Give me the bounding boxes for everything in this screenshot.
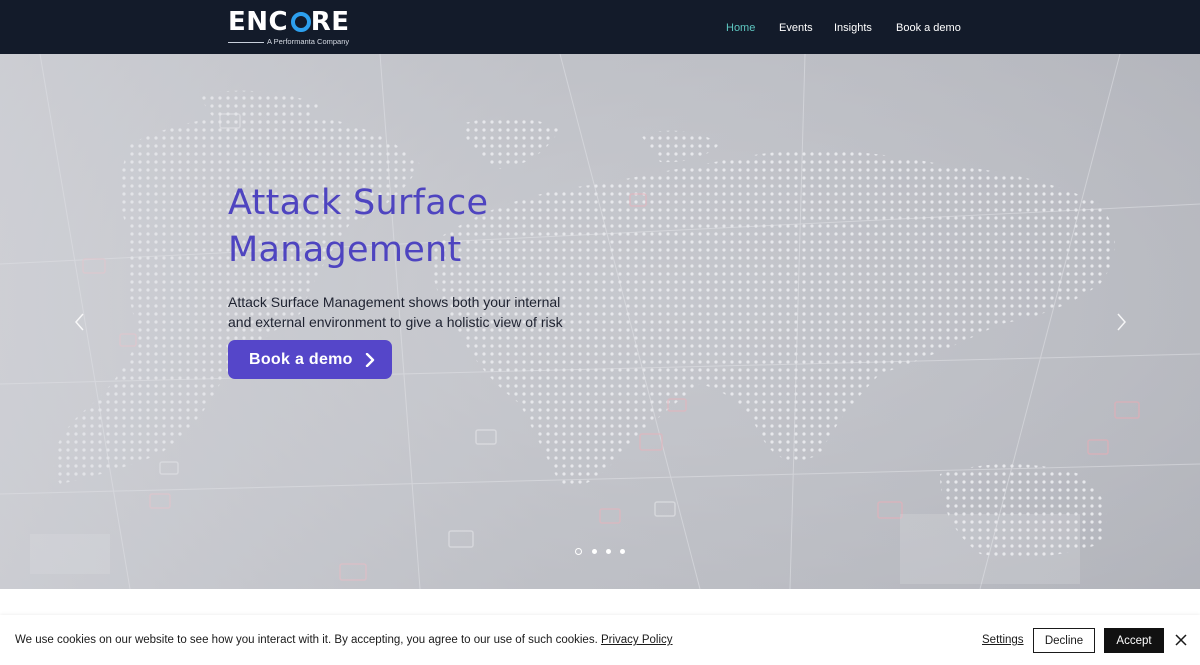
privacy-policy-link[interactable]: Privacy Policy (601, 634, 673, 646)
book-a-demo-button[interactable]: Book a demo (228, 340, 392, 379)
cookie-decline-button[interactable]: Decline (1033, 628, 1095, 653)
cookie-settings-link[interactable]: Settings (982, 634, 1024, 646)
site-header: ENCORE A Performanta Company Home Events… (0, 0, 1200, 54)
nav-item-home[interactable]: Home (726, 21, 755, 35)
chevron-right-icon (365, 352, 375, 367)
logo-tagline: A Performanta Company (267, 37, 350, 46)
hero-title-line-1: Attack Surface (228, 183, 489, 223)
cookie-message-text: We use cookies on our website to see how… (15, 634, 601, 646)
hero-title-line-2: Management (228, 230, 462, 270)
carousel-prev-button[interactable] (73, 312, 87, 332)
chevron-left-icon (73, 313, 87, 336)
page: ENCORE A Performanta Company Home Events… (0, 0, 1200, 665)
nav-item-events[interactable]: Events (779, 21, 813, 35)
nav-item-book-a-demo[interactable]: Book a demo (896, 21, 961, 35)
hero-overlay (0, 54, 1200, 589)
main-nav: Home Events Insights Book a demo (0, 21, 1200, 37)
carousel-pagination (575, 548, 627, 556)
cookie-message: We use cookies on our website to see how… (15, 634, 673, 646)
carousel-dot-2[interactable] (592, 549, 597, 554)
cookie-accept-button[interactable]: Accept (1104, 628, 1164, 653)
carousel-next-button[interactable] (1114, 312, 1128, 332)
nav-item-insights[interactable]: Insights (834, 21, 872, 35)
chevron-right-icon (1114, 313, 1128, 336)
hero-description: Attack Surface Management shows both you… (228, 292, 578, 332)
hero-description-line-1: Attack Surface Management shows both you… (228, 294, 561, 310)
hero-title: Attack Surface Management (228, 180, 648, 274)
close-icon[interactable] (1175, 633, 1187, 646)
hero-description-line-2: and external environment to give a holis… (228, 314, 563, 330)
cookie-consent-bar: We use cookies on our website to see how… (0, 615, 1200, 665)
logo-divider (228, 42, 264, 43)
carousel-dot-1[interactable] (575, 548, 582, 555)
carousel-dot-4[interactable] (620, 549, 625, 554)
hero-carousel: Attack Surface Management Attack Surface… (0, 54, 1200, 589)
carousel-dot-3[interactable] (606, 549, 611, 554)
book-a-demo-label: Book a demo (249, 350, 353, 368)
